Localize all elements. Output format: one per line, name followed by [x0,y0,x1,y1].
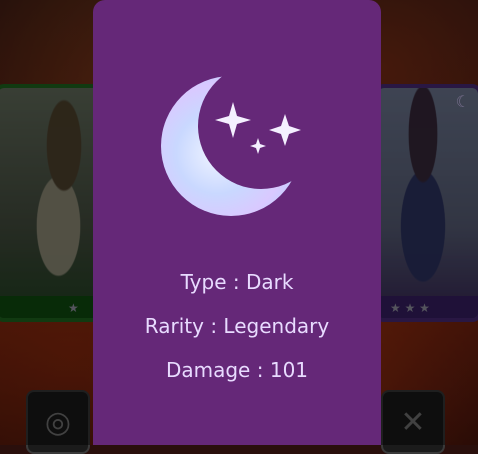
rarity-value: Legendary [223,314,330,338]
type-value: Dark [245,270,294,294]
damage-value: 101 [269,358,309,382]
crescent-moon-stars-icon [157,66,317,226]
type-separator: : [232,270,240,294]
card-rarity-line: Rarity : Legendary [93,314,381,338]
card-type-line: Type : Dark [93,270,381,294]
card-detail-panel: Type : Dark Rarity : Legendary Damage : … [93,0,381,445]
damage-label: Damage [165,358,251,382]
card-damage-line: Damage : 101 [93,358,381,382]
damage-separator: : [256,358,264,382]
rarity-separator: : [210,314,218,338]
rarity-label: Rarity [144,314,204,338]
type-label: Type [180,270,227,294]
